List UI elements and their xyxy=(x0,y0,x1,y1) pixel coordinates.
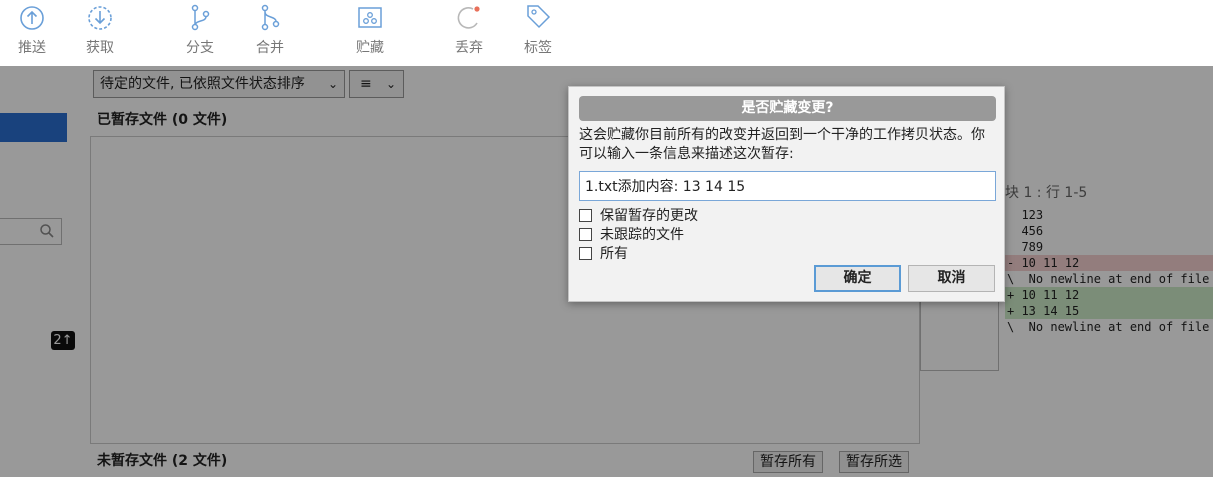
push-button[interactable]: 推送 xyxy=(2,0,62,66)
push-icon xyxy=(20,6,44,30)
toolbar: 推送 获取 分支 合并 贮藏 丢弃 标签 xyxy=(0,0,1213,66)
checkbox-label: 所有 xyxy=(600,246,628,262)
discard-icon xyxy=(457,6,480,29)
cancel-button[interactable]: 取消 xyxy=(908,265,995,292)
ok-button[interactable]: 确定 xyxy=(814,265,901,292)
branch-label: 分支 xyxy=(186,40,214,56)
fetch-icon xyxy=(88,6,112,30)
stash-button[interactable]: 贮藏 xyxy=(340,0,400,66)
fetch-button[interactable]: 获取 xyxy=(70,0,130,66)
merge-label: 合并 xyxy=(256,40,284,56)
push-label: 推送 xyxy=(18,40,46,56)
stash-label: 贮藏 xyxy=(356,40,384,56)
dialog-title: 是否贮藏变更? xyxy=(579,96,996,121)
tag-icon xyxy=(527,5,551,29)
stash-message-input[interactable] xyxy=(579,171,996,201)
branch-button[interactable]: 分支 xyxy=(170,0,230,66)
discard-button[interactable]: 丢弃 xyxy=(439,0,499,66)
tag-button[interactable]: 标签 xyxy=(508,0,568,66)
checkbox-label: 未跟踪的文件 xyxy=(600,227,684,243)
checkbox-box[interactable] xyxy=(579,228,592,241)
branch-icon xyxy=(191,4,210,31)
stash-dialog: 是否贮藏变更? 这会贮藏你目前所有的改变并返回到一个干净的工作拷贝状态。你可以输… xyxy=(568,86,1005,302)
checkbox-label: 保留暂存的更改 xyxy=(600,208,698,224)
merge-button[interactable]: 合并 xyxy=(240,0,300,66)
tag-label: 标签 xyxy=(524,40,552,56)
discard-label: 丢弃 xyxy=(455,40,483,56)
fetch-label: 获取 xyxy=(86,40,114,56)
stash-icon xyxy=(358,7,382,28)
checkbox-box[interactable] xyxy=(579,209,592,222)
checkbox-box[interactable] xyxy=(579,247,592,260)
merge-icon xyxy=(261,4,280,31)
dialog-message: 这会贮藏你目前所有的改变并返回到一个干净的工作拷贝状态。你可以输入一条信息来描述… xyxy=(579,127,985,162)
